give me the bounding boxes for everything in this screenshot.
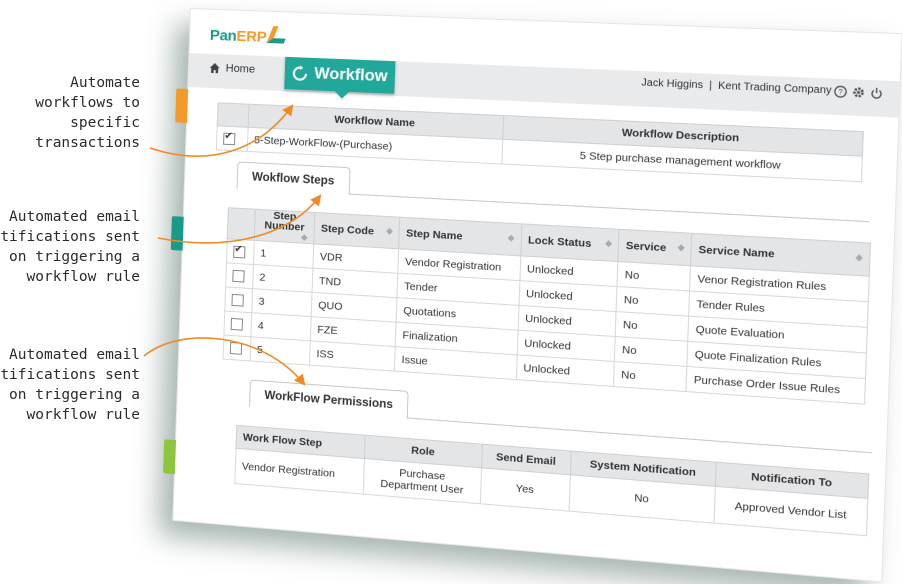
sort-icon[interactable]: ◆ [678,242,685,252]
header-step-number-label: Step Number [264,209,305,234]
header-select [217,102,249,128]
refresh-icon [292,65,309,82]
logo-text-erp: ERP [236,27,267,46]
sort-icon[interactable]: ◆ [386,226,393,236]
cell-service: No [613,361,688,392]
callout-email-permissions: Automated email notifications sent on tr… [0,345,140,425]
header-service-label: Service [625,239,667,255]
cell-send-email: Yes [479,467,571,512]
callout-line: workflow rule [26,407,141,423]
callout-line: specific [70,115,140,131]
header-service-name-label: Service Name [698,243,775,261]
user-separator: | [708,80,713,92]
cell-lock-status: Unlocked [516,354,615,387]
tab-workflow-label: Workflow [313,65,388,86]
sort-icon[interactable]: ◆ [508,233,515,243]
sort-icon[interactable]: ◆ [301,232,308,242]
row-checkbox[interactable] [229,341,243,355]
side-marker-green [163,439,177,475]
top-icons: ? [834,85,884,100]
steps-table: Step Number ◆ Step Code ◆ Step Name ◆ Lock … [223,207,871,405]
row-checkbox[interactable] [233,245,246,259]
callout-line: notifications sent [0,229,140,245]
row-checkbox[interactable] [231,293,244,307]
row-select [223,310,252,337]
side-marker-orange [175,88,189,123]
row-select [225,262,254,289]
header-step-number[interactable]: Step Number ◆ [254,209,315,244]
row-select [223,335,251,361]
cell-step-number: 5 [250,336,311,366]
tab-workflow-steps[interactable]: Wokflow Steps [236,161,351,195]
callout-transactions: Automate workflows to specific transacti… [35,73,140,153]
header-step-name-label: Step Name [405,227,463,243]
svg-text:?: ? [838,89,843,97]
callout-line: Automated email [9,209,140,225]
home-link[interactable]: Home [209,62,256,76]
row-select [224,286,253,313]
row-select [226,238,255,265]
cell-step-number: 1 [253,240,314,269]
logo-text-pan: Pan [209,26,237,45]
callout-line: workflow rule [26,269,141,285]
callout-line: on triggering a [9,249,140,265]
side-marker-teal [170,216,184,251]
callout-line: notifications sent [0,367,140,383]
row-checkbox[interactable] [223,132,236,145]
tab-workflow-permissions[interactable]: WorkFlow Permissions [248,379,409,419]
row-select [216,125,249,152]
callout-email-steps: Automated email notifications sent on tr… [0,207,140,287]
callout-line: workflows to [35,95,140,111]
tab-workflow[interactable]: Workflow [284,56,396,94]
power-icon[interactable] [870,86,884,99]
header-select [227,207,256,241]
header-lock-status-label: Lock Status [527,234,592,251]
callout-line: on triggering a [9,387,140,403]
help-icon[interactable]: ? [834,85,848,98]
logo-mark-icon [266,26,291,44]
home-label: Home [225,62,256,76]
header-service[interactable]: Service ◆ [618,229,693,266]
header-step-code-label: Step Code [320,222,375,238]
app-logo: PanERP [209,24,291,47]
home-icon [209,62,220,74]
cell-role-line2: Department User [380,477,464,497]
permissions-table: Work Flow Step Role Send Email System No… [234,425,869,536]
cell-step-code: ISS [309,340,396,372]
header-step-code[interactable]: Step Code ◆ [313,212,400,249]
callout-line: Automated email [9,347,140,363]
sort-icon[interactable]: ◆ [605,238,612,248]
row-checkbox[interactable] [230,317,244,331]
callout-line: Automate [70,75,140,91]
cell-step-number: 2 [252,264,313,293]
gear-icon[interactable] [852,86,866,99]
sort-icon[interactable]: ◆ [855,252,862,262]
app-window: PanERP Home Workflow Jack Higgins | Kent… [163,8,902,583]
callout-line: transactions [35,135,140,151]
row-checkbox[interactable] [232,269,245,283]
